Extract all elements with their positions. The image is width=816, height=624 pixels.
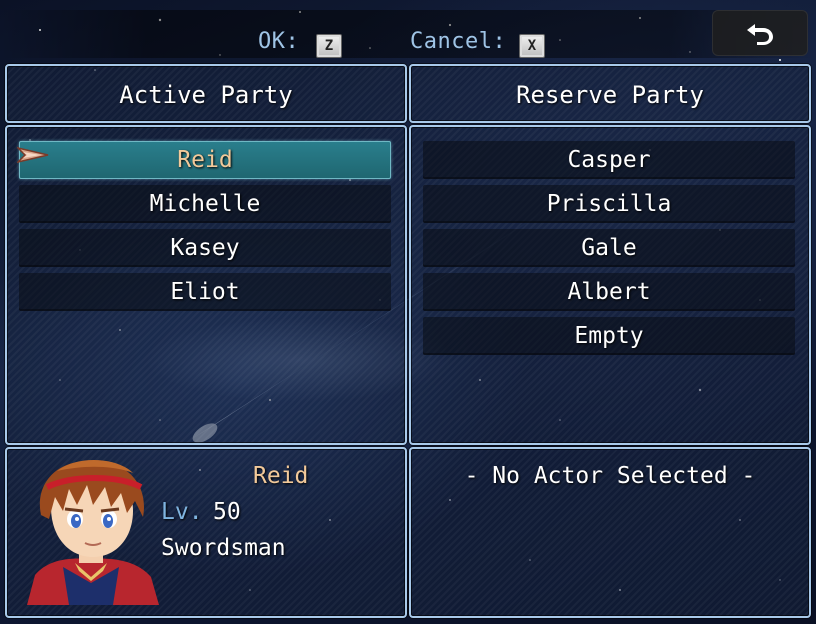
active-party-slot[interactable]: Reid [19,141,391,179]
active-party-slot[interactable]: Kasey [19,229,391,267]
actor-detail-window: - No Actor Selected - [409,447,811,618]
reserve-party-slot[interactable]: Gale [423,229,795,267]
actor-status-window: Reid Lv. 50 Swordsman [5,447,407,618]
reserve-party-title: Reserve Party [516,81,704,109]
return-arrow-icon [747,24,773,45]
reserve-party-list: Casper Priscilla Gale Albert Empty [409,125,811,445]
level-value: 50 [213,499,241,525]
reserve-party-slot[interactable]: Casper [423,141,795,179]
actor-class: Swordsman [161,535,286,561]
ok-label: OK: [258,29,300,54]
reserve-party-slot[interactable]: Priscilla [423,185,795,223]
active-party-slot[interactable]: Michelle [19,185,391,223]
z-key-icon: Z [316,34,342,58]
reserve-party-slot[interactable]: Empty [423,317,795,355]
no-actor-selected-text: - No Actor Selected - [464,463,756,489]
actor-portrait [27,459,159,605]
x-key-icon: X [519,34,545,58]
cancel-label: Cancel: [410,29,507,54]
active-party-header[interactable]: Active Party [5,64,407,123]
selection-cursor-icon [17,147,49,163]
reserve-party-header[interactable]: Reserve Party [409,64,811,123]
actor-name: Reid [253,463,309,489]
reserve-party-slot[interactable]: Albert [423,273,795,311]
active-party-title: Active Party [119,81,293,109]
active-party-slot[interactable]: Eliot [19,273,391,311]
level-label: Lv. [161,499,203,525]
back-button[interactable] [712,10,808,56]
active-party-list: Reid Michelle Kasey Eliot [5,125,407,445]
help-bar: OK: Z Cancel: X [0,10,816,58]
